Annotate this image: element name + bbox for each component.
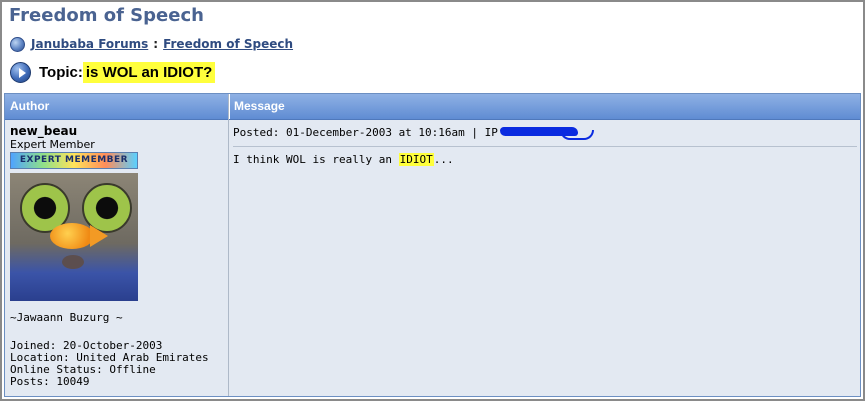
post-date: Posted: 01-December-2003 at 10:16am | IP <box>233 125 498 139</box>
avatar-fish <box>50 223 94 249</box>
author-rank: Expert Member <box>10 138 95 151</box>
post-table: Author Message new_beau Expert Member EX… <box>4 93 861 397</box>
author-panel: new_beau Expert Member EXPERT MEMEMBER ~… <box>10 124 220 388</box>
globe-icon <box>10 36 25 52</box>
topic-heading: Topic: is WOL an IDIOT? <box>10 62 216 83</box>
rank-badge-image: EXPERT MEMEMBER <box>10 152 138 169</box>
table-header: Author Message <box>5 94 860 120</box>
breadcrumb-current-link[interactable]: Freedom of Speech <box>163 37 293 51</box>
message-body: I think WOL is really an IDIOT... <box>233 153 855 166</box>
message-panel: Posted: 01-December-2003 at 10:16am | IP… <box>233 124 857 166</box>
column-divider <box>228 94 229 396</box>
ip-redaction-scribble <box>499 124 594 140</box>
author-meta: Joined: 20-October-2003 Location: United… <box>10 340 220 388</box>
play-icon[interactable] <box>10 62 31 83</box>
author-column-header: Author <box>10 99 50 113</box>
avatar-nose <box>62 255 84 269</box>
forum-title: Freedom of Speech <box>9 5 204 26</box>
message-text-highlight: IDIOT <box>398 153 434 166</box>
author-username[interactable]: new_beau <box>10 124 220 138</box>
message-text-suffix: ... <box>433 153 454 166</box>
topic-title: is WOL an IDIOT? <box>82 62 216 83</box>
breadcrumb-home-link[interactable]: Janubaba Forums <box>31 37 148 51</box>
post-header: Posted: 01-December-2003 at 10:16am | IP <box>233 124 855 140</box>
message-text-prefix: I think WOL is really an <box>233 153 399 166</box>
message-column-header: Message <box>234 99 285 113</box>
message-divider <box>233 146 857 147</box>
rank-badge-text: EXPERT MEMEMBER <box>19 155 129 165</box>
breadcrumb-separator: : <box>153 37 159 51</box>
topic-label: Topic: <box>39 64 83 81</box>
author-posts: Posts: 10049 <box>10 375 90 388</box>
avatar <box>10 173 138 301</box>
author-signature: ~Jawaann Buzurg ~ <box>10 311 123 324</box>
avatar-fish-tail <box>90 225 108 247</box>
breadcrumb: Janubaba Forums : Freedom of Speech <box>10 35 293 53</box>
